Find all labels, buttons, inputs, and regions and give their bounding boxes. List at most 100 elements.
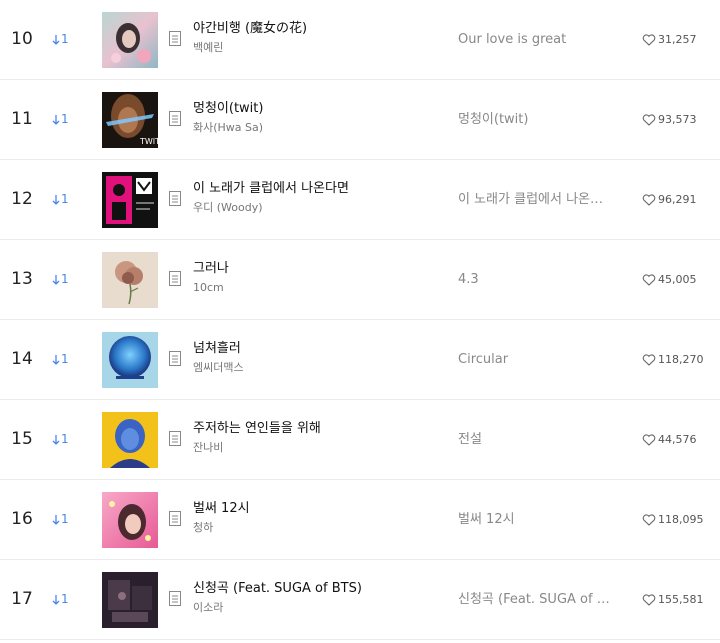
album-cover[interactable] [102, 332, 158, 388]
like-count: 118,270 [658, 353, 704, 366]
rank-number: 12 [11, 189, 33, 209]
album-name[interactable]: 4.3 [458, 240, 618, 319]
like-button[interactable]: 118,095 [642, 480, 704, 559]
chart-row: 10 1 야간비행 (魔女の花) 백예린 Our love is great 3… [0, 0, 720, 80]
rank-change: 1 [52, 400, 69, 479]
arrow-down-icon [52, 514, 60, 526]
song-title[interactable]: 그러나 [193, 260, 443, 278]
chart-row: 15 1 주저하는 연인들을 위해 잔나비 전설 44,576 [0, 400, 720, 480]
rank-change: 1 [52, 480, 69, 559]
heart-icon [642, 273, 656, 286]
rank-change: 1 [52, 0, 69, 79]
rank-change: 1 [52, 160, 69, 239]
arrow-down-icon [52, 34, 60, 46]
like-button[interactable]: 44,576 [642, 400, 697, 479]
song-info: 신청곡 (Feat. SUGA of BTS) 이소라 [193, 580, 443, 616]
album-cover[interactable] [102, 172, 158, 228]
song-artist[interactable]: 엠씨더맥스 [193, 360, 443, 376]
arrow-down-icon [52, 114, 60, 126]
song-artist[interactable]: 잔나비 [193, 440, 443, 456]
svg-text:TWIT: TWIT [139, 137, 158, 146]
album-cover[interactable] [102, 252, 158, 308]
rank-change-value: 1 [61, 32, 69, 46]
rank-change: 1 [52, 240, 69, 319]
song-title[interactable]: 이 노래가 클럽에서 나온다면 [193, 180, 443, 198]
song-artist[interactable]: 우디 (Woody) [193, 200, 443, 216]
album-name[interactable]: 신청곡 (Feat. SUGA of BT… [458, 560, 618, 639]
like-count: 93,573 [658, 113, 697, 126]
song-info: 넘쳐흘러 엠씨더맥스 [193, 340, 443, 376]
song-artist[interactable]: 10cm [193, 280, 443, 296]
like-count: 96,291 [658, 193, 697, 206]
song-info: 벌써 12시 청하 [193, 500, 443, 536]
rank-change-value: 1 [61, 352, 69, 366]
chart-row: 12 1 이 노래가 클럽에서 나온다면 우디 (Woody) 이 노래가 클럽… [0, 160, 720, 240]
album-name[interactable]: 멍청이(twit) [458, 80, 618, 159]
album-name[interactable]: Our love is great [458, 0, 618, 79]
rank-change-value: 1 [61, 112, 69, 126]
chart-row: 14 1 넘쳐흘러 엠씨더맥스 Circular 118,270 [0, 320, 720, 400]
album-cover[interactable] [102, 412, 158, 468]
heart-icon [642, 433, 656, 446]
song-title[interactable]: 멍청이(twit) [193, 100, 443, 118]
lyrics-icon[interactable] [169, 111, 181, 126]
album-name[interactable]: Circular [458, 320, 618, 399]
album-name[interactable]: 이 노래가 클럽에서 나온… [458, 160, 618, 239]
song-artist[interactable]: 청하 [193, 520, 443, 536]
album-cover[interactable]: TWIT [102, 92, 158, 148]
lyrics-icon[interactable] [169, 191, 181, 206]
heart-icon [642, 593, 656, 606]
song-title[interactable]: 주저하는 연인들을 위해 [193, 420, 443, 438]
song-title[interactable]: 신청곡 (Feat. SUGA of BTS) [193, 580, 443, 598]
song-artist[interactable]: 화사(Hwa Sa) [193, 120, 443, 136]
like-count: 118,095 [658, 513, 704, 526]
like-button[interactable]: 93,573 [642, 80, 697, 159]
chart-row: 17 1 신청곡 (Feat. SUGA of BTS) 이소라 신청곡 (Fe… [0, 560, 720, 640]
chart-row: 16 1 벌써 12시 청하 벌써 12시 118,095 [0, 480, 720, 560]
song-info: 멍청이(twit) 화사(Hwa Sa) [193, 100, 443, 136]
song-info: 그러나 10cm [193, 260, 443, 296]
like-button[interactable]: 45,005 [642, 240, 697, 319]
arrow-down-icon [52, 434, 60, 446]
lyrics-icon[interactable] [169, 431, 181, 446]
chart-row: 11 1 TWIT 멍청이(twit) 화사(Hwa Sa) 멍청이(twit)… [0, 80, 720, 160]
chart-list: 10 1 야간비행 (魔女の花) 백예린 Our love is great 3… [0, 0, 720, 640]
song-artist[interactable]: 이소라 [193, 600, 443, 616]
song-artist[interactable]: 백예린 [193, 40, 443, 56]
rank-number: 15 [11, 429, 33, 449]
chart-row: 13 1 그러나 10cm 4.3 45,005 [0, 240, 720, 320]
arrow-down-icon [52, 274, 60, 286]
lyrics-icon[interactable] [169, 511, 181, 526]
rank-number: 10 [11, 29, 33, 49]
rank-number: 16 [11, 509, 33, 529]
rank-change-value: 1 [61, 512, 69, 526]
like-button[interactable]: 31,257 [642, 0, 697, 79]
lyrics-icon[interactable] [169, 271, 181, 286]
arrow-down-icon [52, 354, 60, 366]
rank-change: 1 [52, 320, 69, 399]
like-button[interactable]: 155,581 [642, 560, 704, 639]
like-count: 155,581 [658, 593, 704, 606]
song-info: 야간비행 (魔女の花) 백예린 [193, 20, 443, 56]
heart-icon [642, 513, 656, 526]
song-info: 이 노래가 클럽에서 나온다면 우디 (Woody) [193, 180, 443, 216]
song-title[interactable]: 야간비행 (魔女の花) [193, 20, 443, 38]
song-title[interactable]: 벌써 12시 [193, 500, 443, 518]
like-button[interactable]: 118,270 [642, 320, 704, 399]
album-cover[interactable] [102, 492, 158, 548]
arrow-down-icon [52, 594, 60, 606]
lyrics-icon[interactable] [169, 351, 181, 366]
like-count: 44,576 [658, 433, 697, 446]
album-name[interactable]: 전설 [458, 400, 618, 479]
like-button[interactable]: 96,291 [642, 160, 697, 239]
album-name[interactable]: 벌써 12시 [458, 480, 618, 559]
album-cover[interactable] [102, 12, 158, 68]
lyrics-icon[interactable] [169, 591, 181, 606]
rank-change: 1 [52, 560, 69, 639]
song-title[interactable]: 넘쳐흘러 [193, 340, 443, 358]
rank-change-value: 1 [61, 272, 69, 286]
rank-change-value: 1 [61, 432, 69, 446]
album-cover[interactable] [102, 572, 158, 628]
lyrics-icon[interactable] [169, 31, 181, 46]
heart-icon [642, 33, 656, 46]
